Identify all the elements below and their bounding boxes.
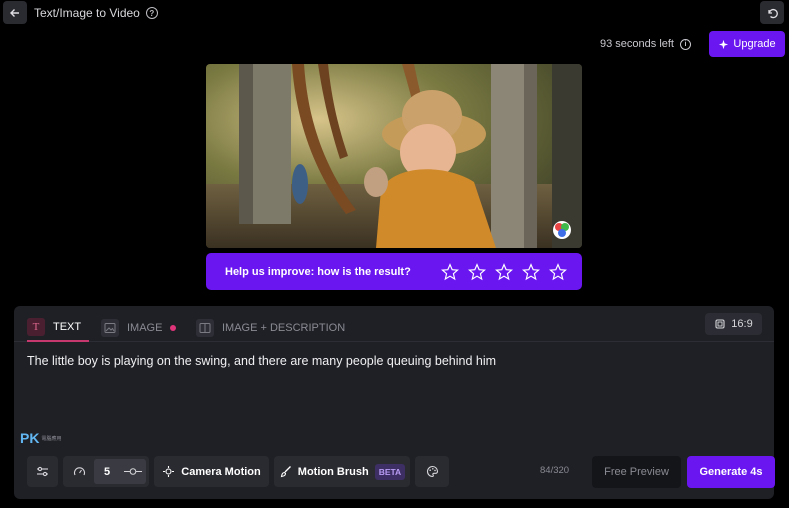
split-icon <box>196 319 214 337</box>
star-icon[interactable] <box>495 262 513 281</box>
motion-value[interactable]: 5 <box>94 459 120 484</box>
star-icon[interactable] <box>522 262 540 281</box>
feedback-bar: Help us improve: how is the result? <box>206 253 582 290</box>
back-button[interactable] <box>3 1 27 24</box>
watermark-text: 電腦應用 <box>41 435 62 442</box>
sliders-icon <box>37 466 48 477</box>
preview-image <box>206 64 582 248</box>
undo-icon <box>768 8 778 18</box>
tab-text[interactable]: T TEXT <box>27 314 90 342</box>
brush-icon <box>280 466 291 478</box>
arrow-left-icon <box>10 8 19 17</box>
beta-badge: BETA <box>374 463 406 480</box>
aspect-ratio-label: 16:9 <box>731 318 753 330</box>
star-icon[interactable] <box>468 262 486 281</box>
time-remaining: 93 seconds left i <box>600 38 691 50</box>
generate-label: Generate 4s <box>699 466 763 478</box>
tab-image-description-label: IMAGE + DESCRIPTION <box>222 322 346 334</box>
page-title: Text/Image to Video <box>34 6 140 20</box>
prompt-input[interactable]: The little boy is playing on the swing, … <box>27 354 757 368</box>
tab-image-description[interactable]: IMAGE + DESCRIPTION <box>196 314 345 342</box>
speedometer-icon <box>73 467 86 476</box>
upgrade-button[interactable]: Upgrade <box>709 31 785 57</box>
palette-icon <box>426 465 438 478</box>
free-preview-label: Free Preview <box>604 466 669 478</box>
tab-image-label: IMAGE <box>127 322 163 334</box>
camera-motion-button[interactable]: Camera Motion <box>154 456 269 487</box>
mode-tabs: T TEXT IMAGE IMAGE + DESCRIPTION 16:9 <box>14 306 774 342</box>
notification-dot <box>170 325 177 331</box>
character-count: 84/320 <box>540 465 570 476</box>
text-icon: T <box>27 318 45 336</box>
tab-image[interactable]: IMAGE <box>101 314 177 342</box>
slider-handle-icon[interactable] <box>120 465 146 478</box>
star-icon[interactable] <box>549 262 567 281</box>
free-preview-button[interactable]: Free Preview <box>592 456 681 488</box>
star-icon[interactable] <box>441 262 459 281</box>
crop-icon <box>715 319 725 329</box>
upgrade-label: Upgrade <box>733 38 776 50</box>
image-icon <box>101 319 119 337</box>
undo-button[interactable] <box>760 1 784 24</box>
info-icon[interactable]: i <box>680 38 691 50</box>
top-bar: Text/Image to Video ? <box>0 0 789 26</box>
help-icon[interactable]: ? <box>145 7 158 19</box>
star-rating <box>441 262 567 281</box>
feedback-prompt: Help us improve: how is the result? <box>225 265 411 278</box>
motion-stepper[interactable]: 5 <box>63 456 149 487</box>
watermark-logo: PK <box>20 430 40 446</box>
video-preview[interactable] <box>206 64 582 248</box>
style-button[interactable] <box>415 456 449 487</box>
watermark: PK 電腦應用 <box>20 430 61 446</box>
page-title-group: Text/Image to Video ? <box>34 6 158 20</box>
settings-button[interactable] <box>27 456 58 487</box>
sparkle-icon <box>719 39 729 49</box>
camera-motion-label: Camera Motion <box>181 465 261 478</box>
generation-toolbar: 5 Camera Motion Motion Brush BETA 84/320… <box>27 456 775 488</box>
aspect-ratio-button[interactable]: 16:9 <box>705 313 762 335</box>
timer-text: 93 seconds left <box>600 38 674 50</box>
generate-button[interactable]: Generate 4s <box>687 456 775 488</box>
motion-brush-label: Motion Brush <box>297 465 369 478</box>
motion-brush-button[interactable]: Motion Brush BETA <box>274 456 410 487</box>
camera-motion-icon <box>163 466 175 477</box>
tab-text-label: TEXT <box>53 321 82 333</box>
prompt-panel: T TEXT IMAGE IMAGE + DESCRIPTION 16:9 Th… <box>14 306 775 499</box>
